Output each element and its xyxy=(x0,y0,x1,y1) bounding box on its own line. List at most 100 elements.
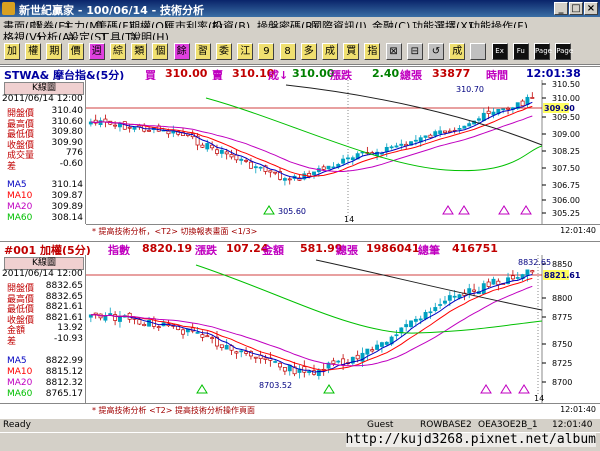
futures-kline-chart[interactable]: 310.50 310.00 309.50 309.00 308.25 307.50 306.… xyxy=(86,80,600,224)
ohlc-row: 開盤價 310.40 xyxy=(7,106,83,119)
ma-row: MA60 308.14 xyxy=(7,213,83,224)
candle-body xyxy=(438,304,443,306)
toolbar-button[interactable]: 週 xyxy=(88,43,105,60)
close-button[interactable]: × xyxy=(584,2,598,15)
toolbar-button[interactable]: 8 xyxy=(279,43,296,60)
toolbar-button[interactable]: 權 xyxy=(25,43,42,60)
toolbar-button[interactable]: 指 xyxy=(364,43,381,60)
status-ready: Ready xyxy=(3,420,31,430)
ma-value: 8815.12 xyxy=(45,367,83,377)
ohlc-value: 309.80 xyxy=(51,127,84,137)
y-tick-label: 8750 xyxy=(552,340,572,349)
candle-body xyxy=(166,130,171,135)
toolbar-button[interactable]: Fu xyxy=(512,43,529,60)
ohlc-value: 13.92 xyxy=(57,323,83,333)
last-price-label: 8821.61 xyxy=(544,271,581,280)
ma-value: 310.14 xyxy=(51,180,84,190)
ohlc-row: 最低價 309.80 xyxy=(7,127,84,140)
toolbar-button[interactable]: ⊟ xyxy=(406,43,423,60)
toolbar-button[interactable]: ⊠ xyxy=(385,43,402,60)
toolbar-button[interactable]: 類 xyxy=(131,43,148,60)
ohlc-row: 差 -0.60 xyxy=(7,159,83,172)
toolbar-button[interactable]: 成 xyxy=(322,43,338,60)
ohlc-value: 310.60 xyxy=(51,116,84,127)
volume-value: 33877 xyxy=(432,67,471,80)
ma-value: 309.89 xyxy=(51,202,84,212)
toolbar-button[interactable]: Page xyxy=(555,43,573,60)
candle-body xyxy=(253,166,258,169)
candle-body xyxy=(321,166,326,170)
ma-row: MA20 8812.32 xyxy=(7,378,83,389)
index-volume-value: 1986041 xyxy=(366,242,420,255)
toolbar-button[interactable]: 加 xyxy=(4,43,20,60)
toolbar-button[interactable]: 期 xyxy=(46,43,63,60)
ma-row: MA20 309.89 xyxy=(7,202,83,213)
candle-body xyxy=(530,270,535,273)
candle-body xyxy=(147,130,152,132)
candle-body xyxy=(127,126,132,129)
candle-body xyxy=(336,360,341,363)
candle-body xyxy=(137,319,142,325)
candle-body xyxy=(409,320,413,328)
ohlc-row: 金額 13.92 xyxy=(7,323,83,336)
candle-body xyxy=(452,295,457,298)
y-tick-label: 8775 xyxy=(552,313,572,322)
buy-price: 310.00 xyxy=(165,67,208,80)
y-tick-label: 307.50 xyxy=(552,164,580,173)
toolbar-button[interactable]: Ex xyxy=(491,43,508,60)
time-value: 12:01:38 xyxy=(526,67,581,80)
watermark-url: http://kujd3268.pixnet.net/album xyxy=(345,432,596,447)
candle-body xyxy=(219,344,224,348)
status-server: OEA3OE2B_1 xyxy=(478,420,538,430)
toolbar-button[interactable]: 江 xyxy=(237,43,254,60)
high-annotation: 8832.65 xyxy=(518,258,551,267)
candle-body xyxy=(234,154,239,161)
candle-body xyxy=(108,313,113,316)
toolbar-button[interactable]: 綜 xyxy=(110,43,126,60)
toolbar-button[interactable]: ↺ xyxy=(428,43,444,60)
index-footer: * 提高技術分析 <T2> 提高技術分析操作頁面 12:01:40 xyxy=(0,403,600,418)
toolbar-button[interactable]: 習 xyxy=(194,43,211,60)
candle-body xyxy=(491,278,496,285)
candle-body xyxy=(205,143,210,150)
candle-body xyxy=(501,108,506,111)
toolbar-button[interactable]: 多 xyxy=(300,43,317,60)
toolbar-button[interactable]: 餘 xyxy=(173,43,190,60)
candle-body xyxy=(326,165,331,170)
toolbar-button[interactable]: 價 xyxy=(67,43,84,60)
candle-body xyxy=(244,160,249,162)
ma-row: MA10 8815.12 xyxy=(7,367,83,378)
index-kline-chart[interactable]: 8850 8800 8775 8750 8725 8700 14 8832.65 8703.52… xyxy=(86,255,600,403)
index-value: 8820.19 xyxy=(142,242,193,255)
y-tick-label: 309.00 xyxy=(552,130,580,139)
candle-body xyxy=(433,307,438,312)
candle-body xyxy=(113,124,118,127)
toolbar-button[interactable]: 成 xyxy=(449,43,466,60)
candle-body xyxy=(195,332,200,334)
toolbar-button[interactable]: 個 xyxy=(152,43,169,60)
candle-body xyxy=(379,342,384,347)
low-annotation: 305.60 xyxy=(278,207,306,216)
toolbar-button[interactable]: 9 xyxy=(258,43,275,60)
toolbar-button[interactable]: 委 xyxy=(216,43,232,60)
minimize-button[interactable]: _ xyxy=(554,2,568,15)
candle-body xyxy=(443,300,447,304)
candle-body xyxy=(462,125,467,129)
toolbar-button[interactable] xyxy=(470,43,487,60)
menu-bar-secondary: 格視(V) 分析(A) 設定(S) 工具(T) 說明(H) xyxy=(0,28,600,44)
candle-body xyxy=(365,348,370,355)
futures-footer-time: 12:01:40 xyxy=(560,226,596,235)
candle-body xyxy=(438,130,443,134)
maximize-button[interactable]: □ xyxy=(569,2,583,15)
app-icon xyxy=(2,2,15,15)
candle-body xyxy=(433,131,438,137)
ma-value: 8812.32 xyxy=(45,378,83,388)
ma-row: MA5 310.14 xyxy=(7,180,83,191)
candle-body xyxy=(384,341,389,345)
toolbar-button[interactable]: 買 xyxy=(343,43,360,60)
candle-body xyxy=(491,111,496,116)
toolbar-button[interactable]: Page xyxy=(534,43,552,60)
ohlc-value: 309.90 xyxy=(51,137,84,148)
candle-body xyxy=(273,361,278,363)
candle-body xyxy=(486,110,491,114)
